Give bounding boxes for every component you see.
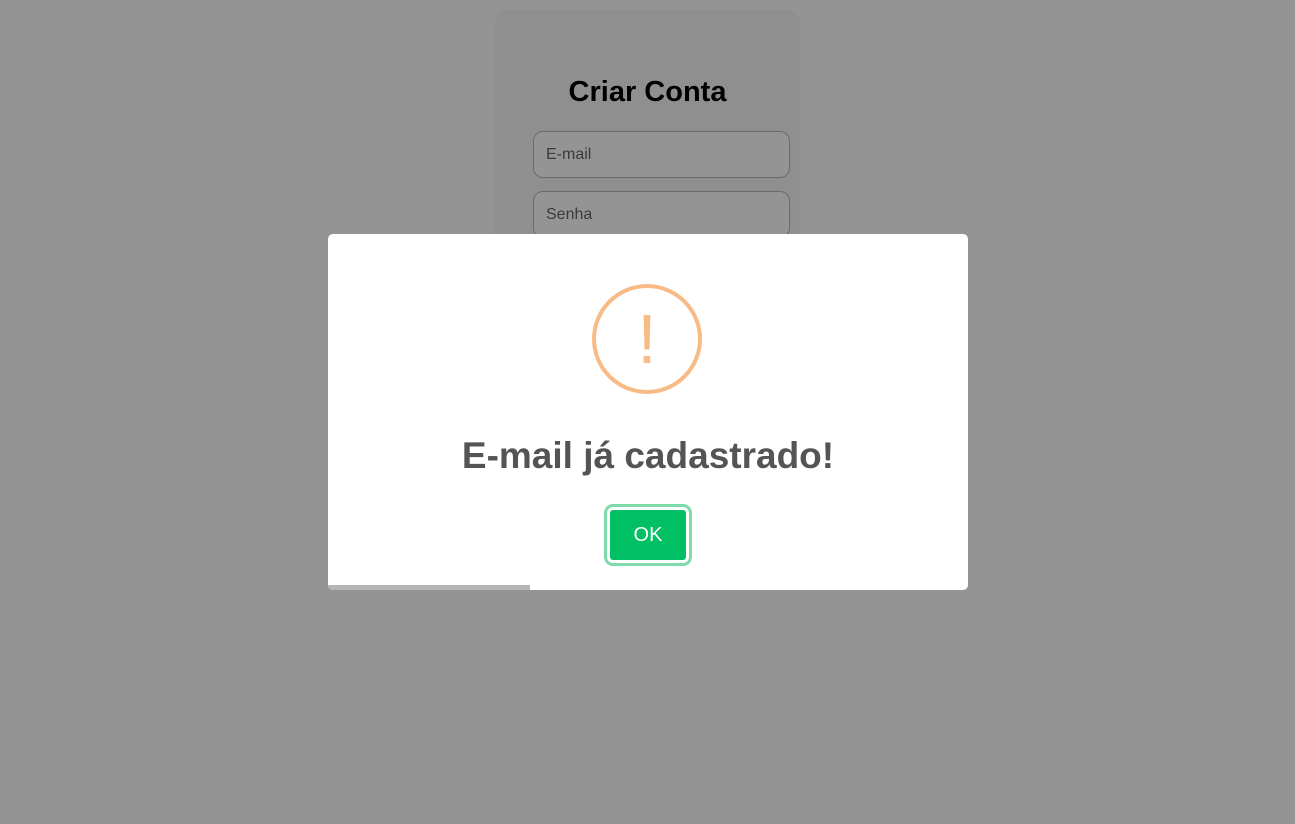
- alert-title: E-mail já cadastrado!: [461, 435, 835, 476]
- timer-progress-fill: [328, 585, 531, 590]
- timer-progress-bar: [328, 585, 968, 590]
- alert-dialog: ! E-mail já cadastrado! OK: [328, 234, 968, 590]
- ok-button[interactable]: OK: [607, 507, 689, 563]
- warning-icon: !: [592, 284, 702, 394]
